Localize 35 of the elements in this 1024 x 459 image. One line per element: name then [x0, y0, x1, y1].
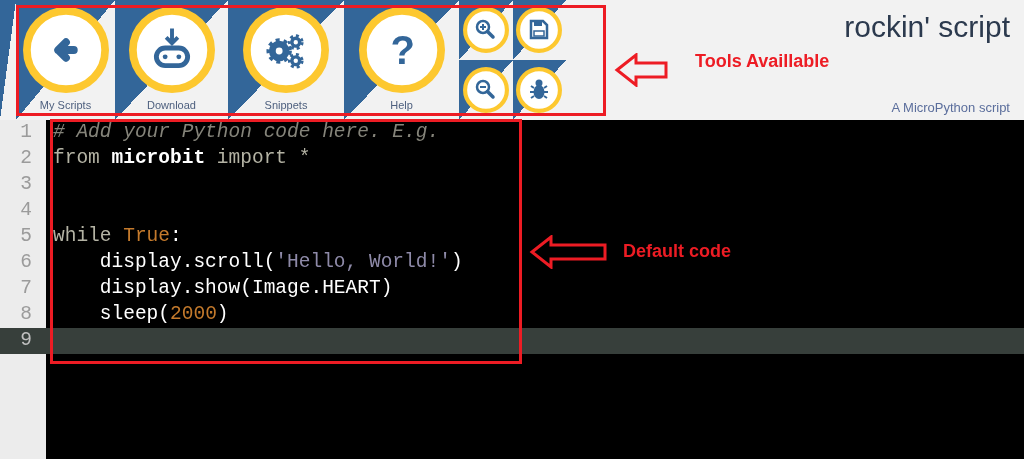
script-subtitle: A MicroPython script	[891, 98, 1010, 117]
toolbar-button[interactable]: My Scripts	[16, 0, 115, 120]
device-download-icon	[128, 7, 215, 93]
code-line: display.scroll('Hello, World!')	[98, 250, 463, 276]
zoom-out-icon	[462, 67, 509, 113]
zoom-in-icon	[462, 7, 509, 53]
annotation-arrow-icon	[529, 235, 609, 269]
line-number: 6	[19, 250, 33, 276]
code-line: from microbit import *	[52, 146, 311, 172]
toolbar-button[interactable]: Download	[115, 0, 228, 120]
small-toolbar-button[interactable]	[512, 0, 566, 60]
line-number: 5	[19, 224, 33, 250]
save-icon	[516, 7, 563, 53]
line-number: 7	[19, 276, 33, 302]
script-title[interactable]: rockin' script	[844, 12, 1010, 42]
code-line: # Add your Python code here. E.g.	[52, 120, 440, 146]
toolbar-button[interactable]: ? Help	[344, 0, 459, 120]
annotation-label: Tools Availlable	[695, 50, 830, 73]
small-toolbar-button[interactable]	[459, 60, 513, 120]
line-number: 1	[19, 120, 33, 146]
circle-icon	[358, 7, 445, 93]
gears-icon	[243, 7, 329, 93]
question-mark: ?	[390, 27, 415, 73]
small-toolbar-button[interactable]	[512, 60, 566, 120]
code-line: sleep(2000)	[98, 302, 229, 328]
line-number: 2	[19, 146, 33, 172]
code-line: display.show(Image.HEART)	[98, 276, 393, 302]
bug-icon	[516, 67, 563, 113]
small-toolbar-button[interactable]	[459, 0, 513, 60]
toolbar-button[interactable]: Snippets	[228, 0, 344, 120]
line-number: 3	[19, 172, 33, 198]
code-line: while True:	[52, 224, 182, 250]
line-number: 8	[19, 302, 33, 328]
line-number: 4	[19, 198, 33, 224]
annotation-label: Default code	[623, 240, 732, 263]
